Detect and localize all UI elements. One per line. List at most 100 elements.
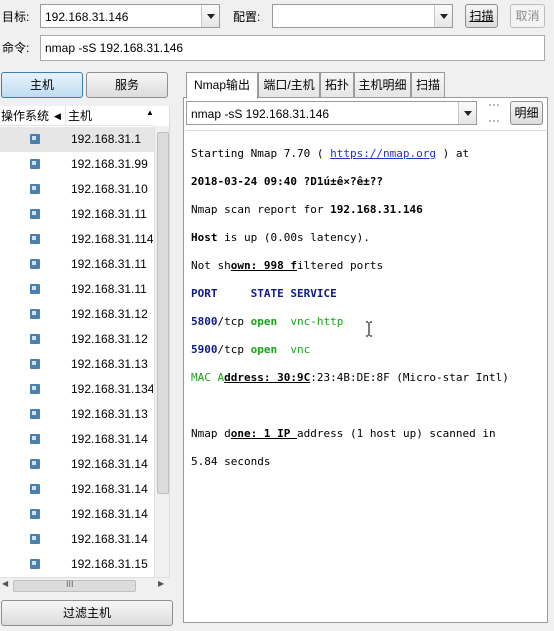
os-icon [30, 434, 40, 444]
hosts-button-label: 主机 [29, 78, 54, 92]
host-row[interactable]: 192.168.31.11 [0, 202, 154, 227]
scan-button-label: 扫描 [469, 9, 494, 23]
host-list-vertical-scrollbar[interactable] [154, 126, 169, 583]
filter-hosts-label: 过滤主机 [62, 606, 111, 620]
services-button-label: 服务 [114, 78, 139, 92]
host-ip: 192.168.31.11 [71, 207, 147, 221]
host-ip: 192.168.31.14 [71, 432, 148, 446]
host-ip: 192.168.31.13 [71, 357, 148, 371]
output-command-value[interactable]: nmap -sS 192.168.31.146 [191, 106, 329, 122]
target-combo[interactable]: 192.168.31.146 [40, 4, 220, 28]
sort-left-arrow-icon: ◀ [54, 111, 61, 121]
output-line: Not shown: 998 filtered ports [191, 259, 384, 272]
text-cursor-icon [366, 321, 372, 337]
os-icon [30, 384, 40, 394]
nmap-link[interactable]: https://nmap.org [330, 147, 436, 160]
tab-label: 端口/主机 [263, 78, 315, 92]
profile-dropdown-icon[interactable] [434, 5, 452, 27]
os-icon [30, 509, 40, 519]
os-icon [30, 409, 40, 419]
os-icon [30, 234, 40, 244]
column-header-os[interactable]: 操作系统 ◀ [0, 106, 66, 126]
host-ip: 192.168.31.12 [71, 307, 148, 321]
output-line: MAC Address: 30:9C:23:4B:DE:8F (Micro-st… [191, 371, 509, 384]
command-label: 命令: [2, 41, 30, 55]
tab-label: 主机明细 [358, 78, 407, 92]
command-value[interactable]: nmap -sS 192.168.31.146 [45, 41, 183, 55]
vertical-scroll-thumb[interactable] [157, 132, 169, 494]
os-icon [30, 159, 40, 169]
host-ip: 192.168.31.12 [71, 332, 148, 346]
tab-nmap-output[interactable]: Nmap输出 [186, 72, 258, 99]
host-row[interactable]: 192.168.31.13 [0, 402, 154, 427]
os-icon [30, 359, 40, 369]
host-ip: 192.168.31.10 [71, 182, 148, 196]
scan-button[interactable]: 扫描 [465, 4, 498, 28]
os-icon [30, 459, 40, 469]
services-button[interactable]: 服务 [86, 72, 168, 98]
nmap-output-text[interactable]: Starting Nmap 7.70 ( https://nmap.org ) … [186, 130, 546, 620]
tab-scans[interactable]: 扫描 [411, 72, 445, 98]
column-header-os-label: 操作系统 [1, 109, 50, 123]
scroll-left-icon[interactable]: ◀ [2, 579, 8, 588]
details-button-label: 明细 [514, 106, 539, 120]
os-icon [30, 484, 40, 494]
tab-topology[interactable]: 拓扑 [320, 72, 354, 98]
host-row[interactable]: 192.168.31.12 [0, 302, 154, 327]
cancel-button[interactable]: 取消 [510, 4, 545, 28]
host-ip: 192.168.31.14 [71, 482, 148, 496]
output-blank-line [191, 399, 541, 413]
host-row[interactable]: 192.168.31.14 [0, 452, 154, 477]
tab-label: Nmap输出 [193, 78, 250, 92]
host-row[interactable]: 192.168.31.134 [0, 377, 154, 402]
column-header-host-label: 主机 [68, 109, 93, 123]
tab-host-details[interactable]: 主机明细 [354, 72, 411, 98]
host-row[interactable]: 192.168.31.1 [0, 127, 154, 152]
splitter-grip-icon [489, 104, 499, 122]
output-line: Host is up (0.00s latency). [191, 231, 370, 244]
host-row[interactable]: 192.168.31.11 [0, 252, 154, 277]
host-row[interactable]: 192.168.31.15 [0, 552, 154, 577]
host-row[interactable]: 192.168.31.14 [0, 502, 154, 527]
host-ip: 192.168.31.11 [71, 257, 147, 271]
os-icon [30, 134, 40, 144]
host-row[interactable]: 192.168.31.10 [0, 177, 154, 202]
os-icon [30, 559, 40, 569]
host-row[interactable]: 192.168.31.13 [0, 352, 154, 377]
host-row[interactable]: 192.168.31.14 [0, 427, 154, 452]
host-ip: 192.168.31.11 [71, 282, 147, 296]
host-ip: 192.168.31.14 [71, 507, 148, 521]
horizontal-scroll-thumb[interactable]: III [13, 579, 136, 592]
column-header-host[interactable]: 主机 ▲ [66, 106, 154, 126]
output-dropdown-icon[interactable] [458, 102, 476, 124]
tab-ports-hosts[interactable]: 端口/主机 [258, 72, 320, 98]
host-ip: 192.168.31.14 [71, 532, 148, 546]
command-input[interactable]: nmap -sS 192.168.31.146 [40, 35, 545, 61]
target-value[interactable]: 192.168.31.146 [45, 9, 128, 25]
os-icon [30, 209, 40, 219]
host-row[interactable]: 192.168.31.12 [0, 327, 154, 352]
os-icon [30, 284, 40, 294]
output-line: 5900/tcp open vnc [191, 343, 311, 356]
host-row[interactable]: 192.168.31.11 [0, 277, 154, 302]
host-ip: 192.168.31.14 [71, 457, 148, 471]
host-row[interactable]: 192.168.31.99 [0, 152, 154, 177]
filter-hosts-button[interactable]: 过滤主机 [1, 600, 173, 626]
sort-up-arrow-icon: ▲ [146, 108, 154, 117]
host-row[interactable]: 192.168.31.14 [0, 477, 154, 502]
host-row[interactable]: 192.168.31.14 [0, 527, 154, 552]
profile-label: 配置: [233, 10, 261, 24]
hosts-button[interactable]: 主机 [1, 72, 83, 98]
scroll-right-icon[interactable]: ▶ [158, 579, 164, 588]
profile-combo[interactable] [272, 4, 453, 28]
output-line: Nmap scan report for 192.168.31.146 [191, 203, 423, 216]
output-command-select[interactable]: nmap -sS 192.168.31.146 [186, 101, 477, 125]
host-row[interactable]: 192.168.31.114 [0, 227, 154, 252]
details-button[interactable]: 明细 [510, 101, 543, 125]
target-label: 目标: [2, 10, 30, 24]
output-line: 5.84 seconds [191, 455, 271, 468]
target-dropdown-icon[interactable] [201, 5, 219, 27]
host-list-horizontal-scrollbar[interactable]: ◀ III ▶ [0, 577, 170, 594]
host-list[interactable]: 操作系统 ◀ 主机 ▲ 192.168.31.1 192.168.31.99 192… [0, 106, 170, 594]
tab-label: 扫描 [415, 78, 440, 92]
